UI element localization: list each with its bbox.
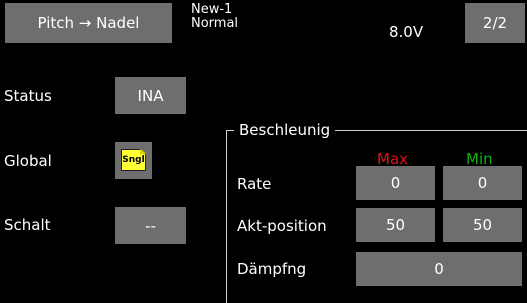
schalt-label: Schalt bbox=[4, 216, 51, 234]
akt-position-label: Akt-position bbox=[237, 217, 327, 235]
accel-group-title: Beschleunig bbox=[234, 121, 336, 139]
schalt-value: -- bbox=[145, 216, 156, 235]
damping-button[interactable]: 0 bbox=[356, 252, 522, 286]
model-name: New-1 bbox=[191, 2, 233, 17]
akt-position-max-value: 50 bbox=[385, 216, 406, 234]
global-label: Global bbox=[4, 152, 52, 170]
schalt-button[interactable]: -- bbox=[115, 207, 186, 244]
condition-name: Normal bbox=[191, 16, 239, 31]
akt-position-min-button[interactable]: 50 bbox=[443, 208, 522, 242]
rate-max-button[interactable]: 0 bbox=[356, 166, 435, 200]
status-value: INA bbox=[137, 86, 164, 105]
rate-max-value: 0 bbox=[390, 174, 401, 192]
page-title-text: Pitch → Nadel bbox=[37, 14, 140, 32]
rate-min-value: 0 bbox=[477, 174, 488, 192]
damping-label: Dämpfng bbox=[237, 260, 307, 278]
status-button[interactable]: INA bbox=[115, 77, 186, 114]
battery-voltage: 8.0V bbox=[389, 23, 424, 41]
global-button[interactable]: Sngl bbox=[115, 142, 152, 179]
akt-position-min-value: 50 bbox=[472, 216, 493, 234]
page-title[interactable]: Pitch → Nadel bbox=[5, 3, 172, 43]
page-indicator-button[interactable]: 2/2 bbox=[465, 3, 525, 43]
rate-min-button[interactable]: 0 bbox=[443, 166, 522, 200]
akt-position-max-button[interactable]: 50 bbox=[356, 208, 435, 242]
status-label: Status bbox=[4, 87, 52, 105]
rate-label: Rate bbox=[237, 175, 272, 193]
damping-value: 0 bbox=[434, 260, 444, 278]
page-indicator-text: 2/2 bbox=[482, 14, 508, 32]
single-mode-icon-text: Sngl bbox=[122, 155, 145, 165]
